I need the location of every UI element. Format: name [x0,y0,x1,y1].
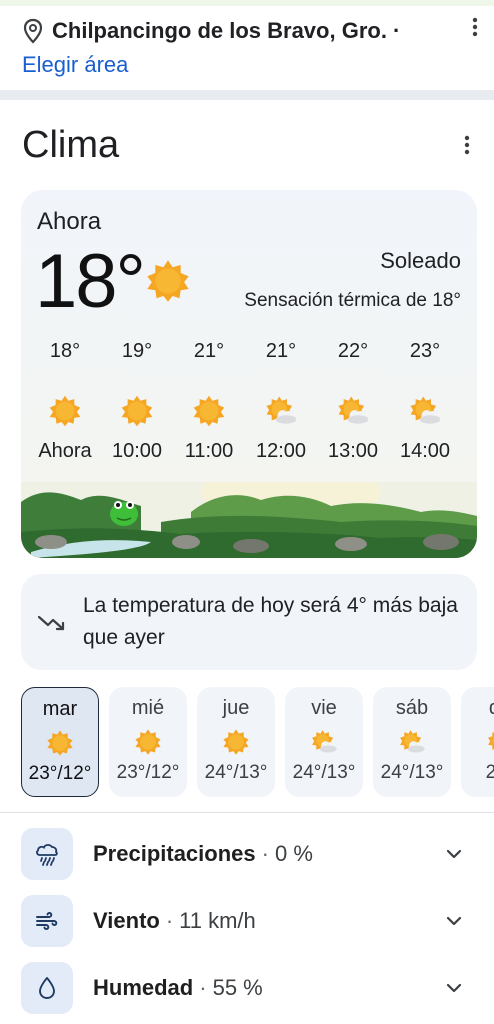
day-item-thu[interactable]: jue 24°/13° [197,687,275,797]
sun-icon [46,729,74,757]
humidity-title: Humedad [93,975,194,1000]
day-range: 23°/12° [116,762,180,783]
more-options-icon[interactable] [462,134,472,156]
precipitation-row[interactable]: Precipitaciones · 0 % [21,828,477,880]
wind-icon [36,912,58,930]
insight-text: La temperatura de hoy será 4° más baja q… [83,594,458,649]
sun-icon [134,728,162,756]
day-range: 24°/13° [204,762,268,783]
now-label: Ahora [37,208,102,235]
precipitation-icon-box [21,828,73,880]
hour-temp: 19° [121,340,153,362]
hour-temp: 18° [49,340,81,362]
hourly-forecast[interactable]: 18° Ahora 19° 10:00 21° 11:00 21° 12:00 … [21,340,477,480]
humidity-value: 55 % [212,975,263,1000]
hour-item[interactable]: 22° 13:00 [318,340,388,463]
precipitation-label: Precipitaciones · 0 % [93,841,313,866]
wind-icon-box [21,895,73,947]
humidity-icon-box [21,962,73,1014]
day-range: 24°/13° [292,762,356,783]
partly-cloudy-icon [336,394,370,428]
hour-time: Ahora [38,440,92,462]
rain-cloud-icon [36,844,58,866]
location-pin-icon [23,18,43,44]
partly-cloudy-icon [264,394,298,428]
section-separator [0,90,494,100]
wind-title: Viento [93,908,160,933]
precipitation-title: Precipitaciones [93,841,256,866]
condition-text: Soleado [380,248,461,273]
hour-temp: 22° [337,340,369,362]
humidity-row[interactable]: Humedad · 55 % [21,962,477,1014]
sun-icon [222,728,250,756]
hour-time: 14:00 [399,440,451,462]
day-name: jue [222,697,250,719]
feels-like-text: Sensación térmica de 18° [244,290,461,311]
sun-icon [192,394,226,428]
location-name: Chilpancingo de los Bravo, Gro. · [52,18,401,43]
wind-value: 11 km/h [179,908,256,933]
day-item-sat[interactable]: sáb 24°/13° [373,687,451,797]
hour-time: 11:00 [184,440,234,462]
day-range: 23°/12° [28,763,92,784]
choose-area-link[interactable]: Elegir área [22,52,128,78]
sun-icon [120,394,154,428]
chevron-down-icon[interactable] [445,913,463,929]
hour-item[interactable]: 23° 14:00 [390,340,460,463]
page-title: Clima [22,124,120,166]
water-drop-icon [39,977,55,999]
hour-temp: 21° [265,340,297,362]
location-more-icon[interactable] [470,16,480,38]
day-name: mié [131,697,165,719]
chevron-down-icon[interactable] [445,980,463,996]
partly-cloudy-icon [398,728,426,756]
hour-temp: 21° [193,340,225,362]
day-item-tue[interactable]: mar 23°/12° [21,687,99,797]
partly-cloudy-icon [486,728,494,756]
day-range: 24°/13° [380,762,444,783]
partly-cloudy-icon [408,394,442,428]
hour-item[interactable]: 21° 12:00 [246,340,316,463]
hour-time: 10:00 [111,440,163,462]
partly-cloudy-icon [310,728,338,756]
day-name: vie [311,697,337,719]
sun-icon [145,258,191,304]
current-temperature: 18° [35,239,146,324]
temperature-insight[interactable]: La temperatura de hoy será 4° más baja q… [21,574,477,670]
location-row[interactable]: Chilpancingo de los Bravo, Gro. · [22,14,482,48]
hour-item[interactable]: 21° 11:00 [174,340,244,463]
hour-item[interactable]: 19° 10:00 [102,340,172,463]
hour-item[interactable]: 18° Ahora [30,340,100,463]
hour-time: 13:00 [327,440,379,462]
day-name: sáb [395,697,429,719]
wind-row[interactable]: Viento · 11 km/h [21,895,477,947]
status-strip [0,0,494,6]
daily-forecast[interactable]: mar 23°/12° mié 23°/12° jue 24°/13° vie … [21,687,494,797]
day-name: do [461,697,494,720]
day-item-fri[interactable]: vie 24°/13° [285,687,363,797]
hour-time: 12:00 [255,440,307,462]
sun-icon [48,394,82,428]
day-item-sun[interactable]: do 23° [461,687,494,797]
landscape-illustration [21,482,477,558]
humidity-label: Humedad · 55 % [93,975,263,1000]
chevron-down-icon[interactable] [445,846,463,862]
precipitation-value: 0 % [274,841,313,866]
day-name: mar [42,698,78,720]
trend-down-icon [37,615,65,631]
day-item-wed[interactable]: mié 23°/12° [109,687,187,797]
current-weather-card[interactable]: Ahora 18° Soleado Sensación térmica de 1… [21,190,477,558]
hour-temp: 23° [409,340,441,362]
divider [0,812,494,813]
day-range: 23° [485,762,494,783]
wind-label: Viento · 11 km/h [93,908,256,933]
